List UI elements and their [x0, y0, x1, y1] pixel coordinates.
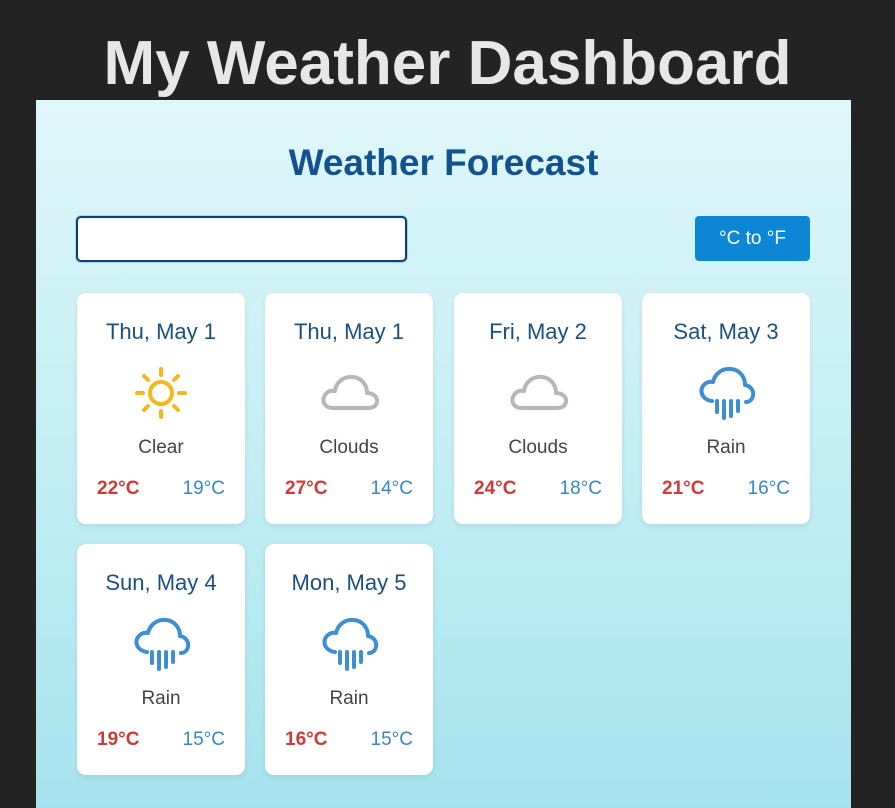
- forecast-card: Fri, May 2 Clouds 24°C 18°C: [454, 293, 622, 524]
- forecast-card: Sat, May 3 Rain 21°C 16°C: [642, 293, 810, 524]
- forecast-date: Thu, May 1: [105, 319, 217, 344]
- forecast-low-temp: 19°C: [182, 478, 225, 499]
- page-heading: My Weather Dashboard: [103, 29, 792, 98]
- forecast-high-temp: 24°C: [474, 478, 517, 499]
- forecast-condition: Rain: [706, 437, 746, 458]
- unit-toggle-button[interactable]: °C to °F: [695, 216, 810, 261]
- forecast-condition: Rain: [141, 688, 181, 709]
- forecast-condition: Clear: [138, 437, 184, 458]
- forecast-low-temp: 15°C: [370, 729, 413, 750]
- forecast-card: Thu, May 1 Clear 22°C 19°C: [77, 293, 245, 524]
- weather-panel: Weather Forecast °C to °F Thu, May 1 Cle…: [36, 100, 851, 808]
- rain-icon: [127, 612, 195, 676]
- forecast-high-temp: 16°C: [285, 729, 328, 750]
- forecast-card: Sun, May 4 Rain 19°C 15°C: [77, 544, 245, 775]
- city-search-input[interactable]: [76, 216, 407, 262]
- forecast-high-temp: 19°C: [97, 729, 140, 750]
- rain-icon: [692, 361, 760, 425]
- forecast-date: Sun, May 4: [105, 570, 217, 595]
- forecast-low-temp: 18°C: [559, 478, 602, 499]
- forecast-card: Mon, May 5 Rain 16°C 15°C: [265, 544, 433, 775]
- forecast-high-temp: 21°C: [662, 478, 705, 499]
- sun-icon: [127, 361, 195, 425]
- cloud-icon: [504, 361, 572, 425]
- forecast-date: Thu, May 1: [293, 319, 405, 344]
- forecast-low-temp: 14°C: [370, 478, 413, 499]
- forecast-card: Thu, May 1 Clouds 27°C 14°C: [265, 293, 433, 524]
- forecast-high-temp: 27°C: [285, 478, 328, 499]
- forecast-condition: Clouds: [319, 437, 379, 458]
- forecast-date: Mon, May 5: [291, 570, 407, 595]
- rain-icon: [315, 612, 383, 676]
- forecast-condition: Rain: [329, 688, 369, 709]
- cloud-icon: [315, 361, 383, 425]
- forecast-low-temp: 16°C: [747, 478, 790, 499]
- forecast-condition: Clouds: [508, 437, 568, 458]
- forecast-high-temp: 22°C: [97, 478, 140, 499]
- panel-title: Weather Forecast: [288, 142, 599, 183]
- forecast-date: Fri, May 2: [489, 319, 587, 344]
- forecast-date: Sat, May 3: [673, 319, 779, 344]
- forecast-low-temp: 15°C: [182, 729, 225, 750]
